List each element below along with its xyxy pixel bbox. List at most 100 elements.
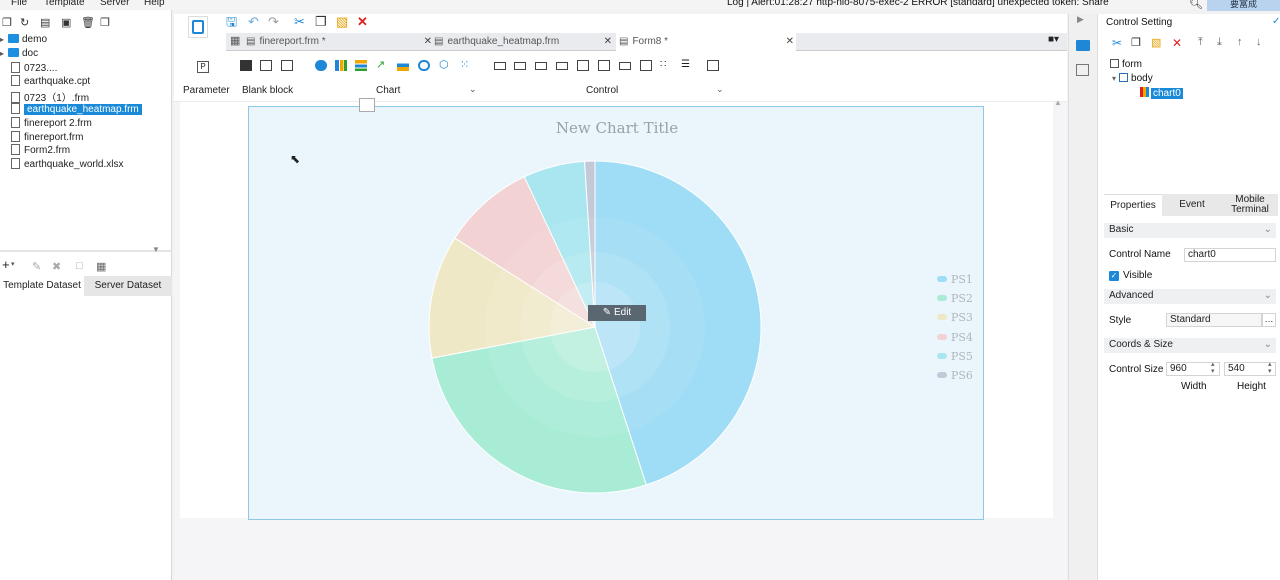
legend-item-ps4[interactable]: PS4 (937, 331, 973, 344)
number-widget-icon[interactable] (598, 60, 610, 71)
tab-form8[interactable]: ▤ Form8 * ✕ (616, 33, 796, 51)
tree-file[interactable]: 0723（1）.frm (0, 89, 89, 104)
combo-widget-icon[interactable] (556, 62, 568, 70)
dataset-settings-icon[interactable]: ▦ (96, 260, 106, 273)
pie-chart-icon[interactable] (315, 60, 327, 71)
tab-menu-icon[interactable]: ■▾ (1048, 34, 1059, 45)
expand-arrow-icon[interactable]: ▸ (0, 35, 8, 44)
scatter-chart-icon[interactable]: ⁙ (460, 60, 472, 71)
tab-finereport[interactable]: ▤ finereport.frm * ✕ (246, 33, 432, 51)
tab-event[interactable]: Event (1162, 194, 1222, 216)
lock-template-icon[interactable]: ▣ (61, 16, 71, 29)
close-icon[interactable]: ✕ (786, 33, 794, 51)
panel-divider[interactable] (0, 250, 172, 252)
control-name-input[interactable]: chart0 (1184, 248, 1276, 262)
status-log-text[interactable]: Log | Alert:01:28:27 http-nio-8075-exec-… (727, 0, 1109, 8)
checkbox-group-icon[interactable]: ☰ (681, 60, 693, 71)
date-widget-icon[interactable] (577, 60, 589, 71)
scroll-up-icon[interactable]: ▲ (1054, 98, 1062, 107)
checkmark-icon[interactable]: ✓ (1272, 16, 1280, 27)
area-chart-icon[interactable] (397, 60, 409, 71)
cut-icon[interactable]: ✂ (1112, 36, 1122, 50)
tree-file[interactable]: Form2.frm (0, 144, 70, 157)
tree-file[interactable]: earthquake.cpt (0, 75, 90, 88)
search-icon[interactable]: 🔍︎ (1189, 0, 1203, 10)
chart-label[interactable]: Chart (376, 85, 400, 96)
tab-template-dataset[interactable]: Template Dataset (0, 276, 84, 296)
collapse-arrow-icon[interactable]: ▶ (1077, 14, 1084, 25)
blank-block-icon[interactable] (240, 60, 252, 71)
chevron-down-icon[interactable]: ⌄ (1264, 339, 1272, 350)
parameter-icon[interactable]: P (197, 61, 209, 73)
label-widget-icon[interactable] (514, 62, 526, 70)
refresh-icon[interactable]: ↻ (20, 16, 29, 29)
expand-icon[interactable]: ▾ (1112, 74, 1116, 83)
width-stepper-icon[interactable]: ▴ ▾ (1211, 361, 1215, 375)
menu-template[interactable]: Template (44, 0, 85, 8)
paste-icon[interactable]: ▧ (1151, 36, 1161, 49)
move-bottom-icon[interactable]: ⤓ (1217, 36, 1222, 49)
paste-icon[interactable]: ▧ (336, 14, 348, 30)
text-widget-icon[interactable] (535, 62, 547, 70)
delete-icon[interactable]: ✕ (357, 14, 368, 30)
tab-list-icon[interactable]: ▦ (230, 34, 240, 47)
tree-node-form[interactable]: form (1110, 59, 1142, 70)
delete-dataset-icon[interactable]: ✖ (52, 260, 61, 273)
delete-icon[interactable]: ✕ (1172, 36, 1182, 50)
copy-icon[interactable]: ❐ (100, 16, 110, 29)
tree-file[interactable]: finereport 2.frm (0, 116, 92, 130)
edit-dataset-icon[interactable]: ✎ (32, 260, 41, 273)
control-expand-icon[interactable]: ⌄ (716, 84, 724, 95)
button-widget-icon[interactable] (494, 62, 506, 70)
delete-icon[interactable]: 🗑︎ (81, 16, 95, 29)
legend-item-ps5[interactable]: PS5 (937, 350, 973, 363)
tree-widget-icon[interactable] (707, 60, 719, 71)
collapse-arrow-icon[interactable]: ▼ (152, 245, 160, 254)
style-field[interactable]: Standard (1166, 313, 1262, 327)
tab-block-icon[interactable] (260, 60, 272, 71)
control-setting-icon[interactable] (1076, 40, 1090, 51)
preview-dataset-icon[interactable]: □ (76, 260, 83, 272)
height-stepper-icon[interactable]: ▴ ▾ (1268, 361, 1272, 375)
radar-chart-icon[interactable]: ⬡ (439, 60, 451, 71)
chart0-widget[interactable]: New Chart Title PS1 PS2 PS3 PS4 PS5 PS6 ✎ Edi… (248, 98, 984, 520)
legend-item-ps1[interactable]: PS1 (937, 273, 973, 286)
close-icon[interactable]: ✕ (424, 33, 432, 51)
textarea-widget-icon[interactable] (640, 60, 652, 71)
visible-checkbox[interactable]: ✓ (1109, 271, 1119, 281)
cut-icon[interactable]: ✂ (294, 14, 305, 30)
edit-chart-button[interactable]: ✎ Edit (588, 305, 646, 321)
undo-icon[interactable]: ↶ (248, 14, 259, 30)
add-dataset-icon[interactable]: + (2, 257, 10, 272)
horizontal-bar-icon[interactable] (355, 60, 367, 71)
section-basic[interactable]: Basic ⌄ (1104, 223, 1276, 238)
menu-file[interactable]: File (11, 0, 27, 8)
legend-item-ps2[interactable]: PS2 (937, 292, 973, 305)
design-canvas[interactable]: ▲ New Chart Title PS1 PS2 PS3 PS4 PS5 PS6 ✎ E… (174, 98, 1067, 580)
tab-earthquake-heatmap[interactable]: ▤ earthquake_heatmap.frm ✕ (434, 33, 612, 51)
tree-file[interactable]: finereport.frm (0, 130, 83, 144)
new-folder-icon[interactable]: ❐ (2, 16, 12, 29)
template-type-icon[interactable] (188, 16, 208, 38)
component-library-icon[interactable] (1076, 64, 1089, 76)
copy-icon[interactable]: ❐ (315, 14, 327, 30)
menu-server[interactable]: Server (100, 0, 129, 8)
expand-arrow-icon[interactable]: ▸ (0, 49, 8, 58)
tab-mobile-terminal[interactable]: Mobile Terminal (1222, 194, 1278, 216)
gauge-chart-icon[interactable] (418, 60, 430, 71)
tree-file[interactable]: 0723.... (0, 61, 57, 75)
tab-server-dataset[interactable]: Server Dataset (84, 276, 172, 296)
user-button[interactable]: 要富成 (1207, 0, 1280, 11)
style-more-button[interactable]: … (1262, 313, 1276, 327)
radio-group-icon[interactable]: ∷ (660, 60, 672, 71)
tree-node-chart0[interactable]: chart0 (1140, 87, 1183, 99)
section-coords-size[interactable]: Coords & Size ⌄ (1104, 338, 1276, 353)
tree-folder[interactable]: ▸ doc (0, 47, 38, 61)
bar-chart-icon[interactable] (335, 60, 347, 71)
move-top-icon[interactable]: ⤒ (1198, 36, 1203, 49)
legend-item-ps6[interactable]: PS6 (937, 369, 973, 382)
control-label[interactable]: Control (586, 85, 618, 96)
tab-properties[interactable]: Properties (1104, 194, 1162, 216)
blank-block-label[interactable]: Blank block (242, 85, 293, 96)
redo-icon[interactable]: ↷ (268, 14, 279, 30)
